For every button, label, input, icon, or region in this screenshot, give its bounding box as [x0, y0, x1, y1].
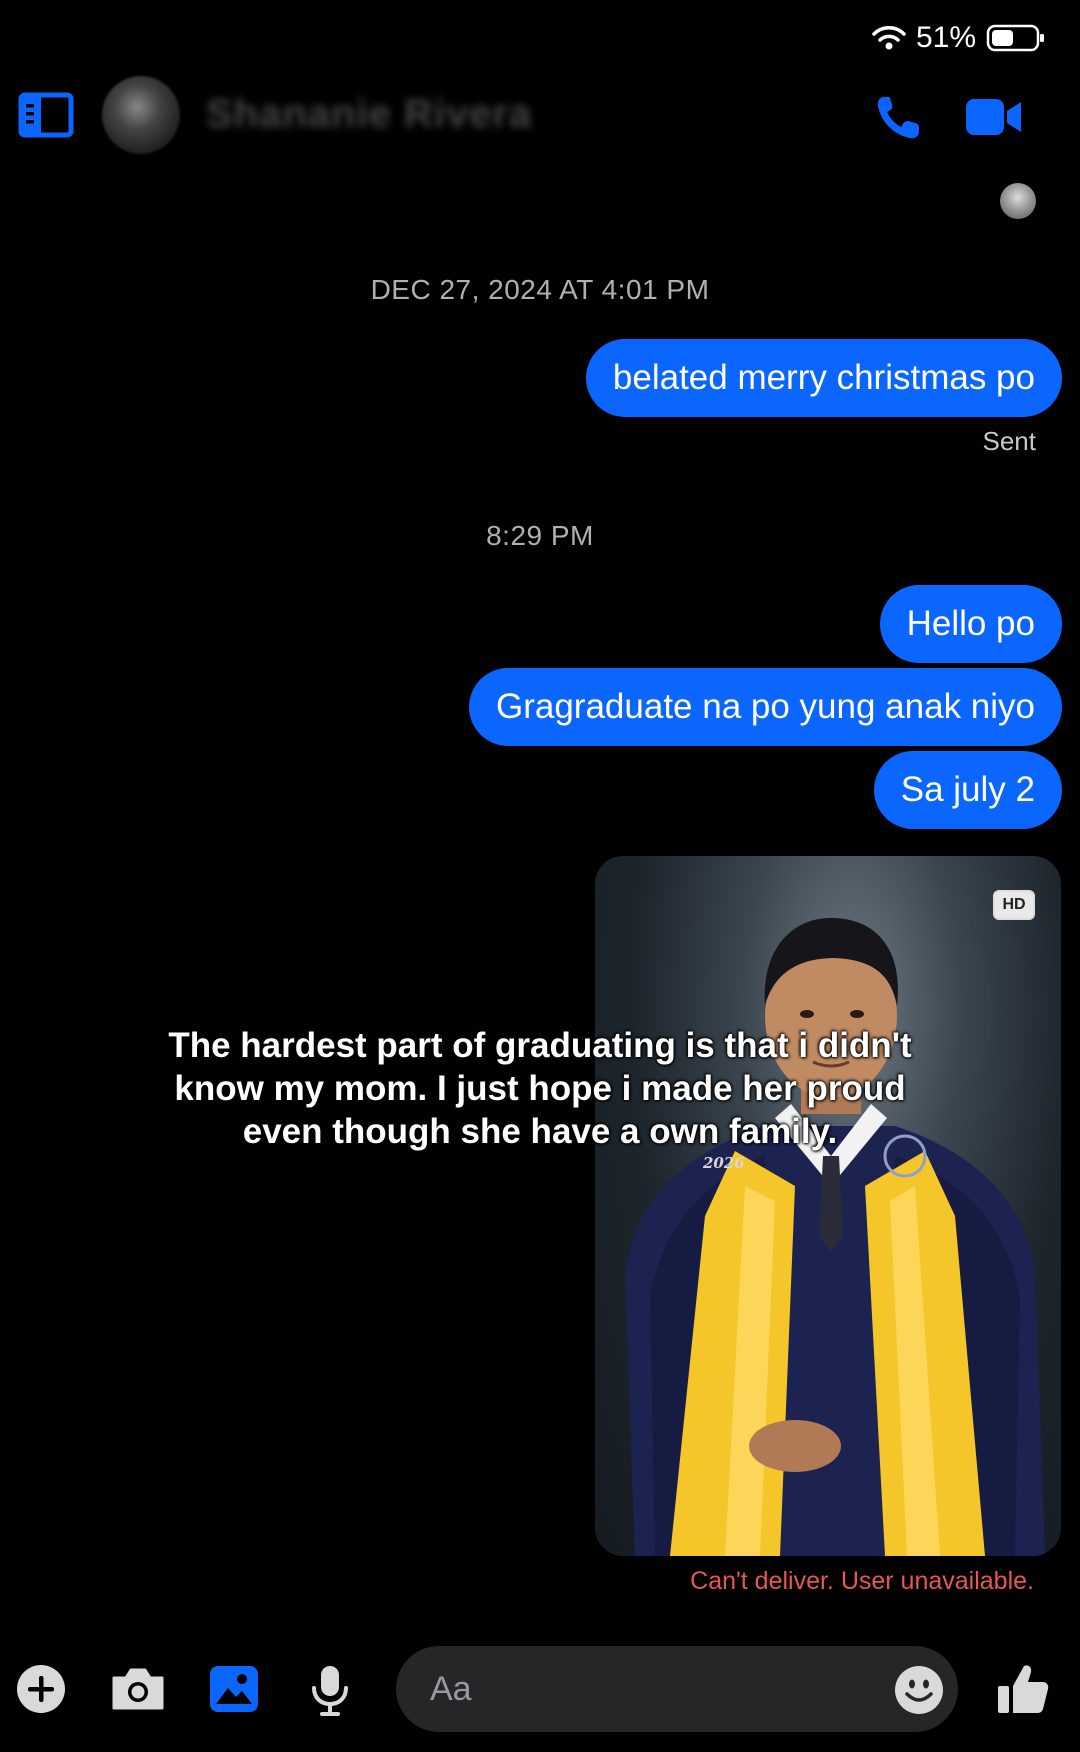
sent-status: Sent — [982, 426, 1037, 456]
message-input-placeholder: Aa — [430, 1670, 472, 1708]
status-bar: 51% — [872, 18, 1046, 58]
graduate-illustration: 2026 — [625, 917, 1045, 1556]
camera-icon[interactable] — [110, 1666, 166, 1712]
video-call-icon[interactable] — [964, 96, 1024, 138]
microphone-icon[interactable] — [310, 1664, 350, 1718]
timestamp: DEC 27, 2024 AT 4:01 PM — [370, 274, 710, 305]
message-input[interactable]: Aa — [396, 1646, 958, 1732]
delivery-error: Can't deliver. User unavailable. — [690, 1567, 1034, 1595]
battery-percentage: 51% — [915, 21, 976, 54]
contact-name[interactable]: Shananie Rivera — [206, 92, 532, 137]
stole-year-text: 2026 — [702, 1154, 745, 1172]
message-bubble[interactable]: Hello po — [879, 585, 1062, 663]
thumbs-up-icon[interactable] — [996, 1662, 1050, 1716]
battery-icon — [986, 24, 1044, 52]
phone-icon[interactable] — [874, 94, 924, 142]
sidebar-icon[interactable] — [18, 92, 74, 138]
plus-icon[interactable] — [16, 1664, 66, 1714]
emoji-icon[interactable] — [894, 1665, 944, 1715]
seen-avatar — [1000, 183, 1036, 219]
message-bubble[interactable]: Sa july 2 — [873, 751, 1062, 829]
wifi-icon — [872, 26, 906, 50]
message-bubble[interactable]: belated merry christmas po — [585, 339, 1062, 417]
contact-avatar[interactable] — [102, 76, 180, 154]
timestamp: 8:29 PM — [486, 520, 594, 551]
message-bubble[interactable]: Gragraduate na po yung anak niyo — [469, 668, 1062, 746]
gallery-icon[interactable] — [208, 1664, 260, 1714]
caption-overlay: The hardest part of graduating is that i… — [168, 1026, 912, 1151]
hd-badge[interactable]: HD — [993, 890, 1035, 920]
graduation-photo[interactable]: 2026 HD — [595, 856, 1061, 1556]
